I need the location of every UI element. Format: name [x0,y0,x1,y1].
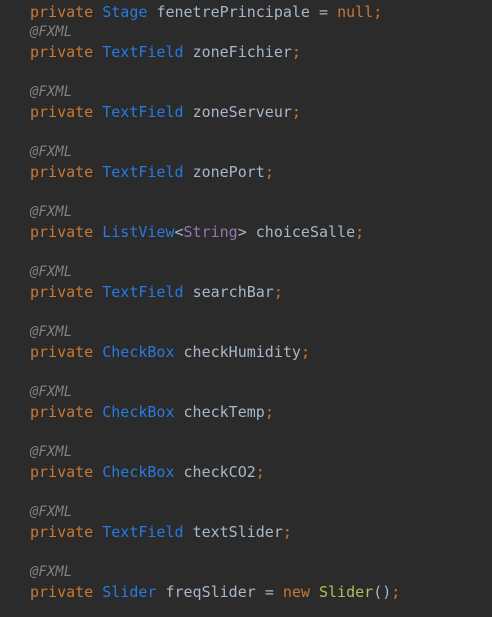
keyword-private: private [30,3,94,21]
code-line-checkhumidity-field: private CheckBox checkHumidity; [30,342,310,362]
annotation-fxml: @FXML [30,504,73,520]
semicolon: ; [355,223,365,241]
keyword-private: private [30,523,94,541]
annotation-fxml: @FXML [30,24,73,40]
type-name: TextField [102,523,184,541]
type-name: Slider [102,583,157,601]
field-name: checkTemp [183,403,265,421]
code-line-zoneserveur-field: private TextField zoneServeur; [30,102,301,122]
keyword-private: private [30,103,94,121]
code-line-zonefichier-field: private TextField zoneFichier; [30,42,301,62]
keyword-private: private [30,163,94,181]
annotation-fxml: @FXML [30,84,73,100]
field-name: textSlider [192,523,283,541]
keyword-private: private [30,43,94,61]
keyword-private: private [30,223,94,241]
semicolon: ; [291,103,301,121]
assign-operator: = [319,3,329,21]
semicolon: ; [273,283,283,301]
type-name: CheckBox [102,463,175,481]
generic-open: < [174,223,184,241]
type-name: CheckBox [102,343,175,361]
code-line-freqslider-field: private Slider freqSlider = new Slider()… [30,582,400,602]
null-literal: null [337,3,374,21]
semicolon: ; [391,583,401,601]
annotation-fxml: @FXML [30,444,73,460]
constructor-args: () [373,583,392,601]
constructor-name: Slider [319,583,374,601]
field-name: searchBar [192,283,274,301]
field-name: checkHumidity [183,343,301,361]
code-line-stage-field: private Stage fenetrePrincipale = null; [30,2,382,22]
generic-close: > [237,223,247,241]
field-name: fenetrePrincipale [156,3,310,21]
type-name: CheckBox [102,403,175,421]
code-line-searchbar-field: private TextField searchBar; [30,282,283,302]
semicolon: ; [255,463,265,481]
code-line-textslider-field: private TextField textSlider; [30,522,292,542]
semicolon: ; [264,163,274,181]
field-name: zoneFichier [192,43,292,61]
keyword-new: new [282,583,310,601]
field-name: zonePort [192,163,265,181]
code-line-checkco2-field: private CheckBox checkCO2; [30,462,265,482]
keyword-private: private [30,403,94,421]
semicolon: ; [373,3,383,21]
type-name: TextField [102,283,184,301]
code-line-zoneport-field: private TextField zonePort; [30,162,274,182]
type-name: Stage [102,3,148,21]
code-editor[interactable]: private Stage fenetrePrincipale = null; … [0,0,492,617]
type-name: TextField [102,43,184,61]
type-name: ListView [102,223,175,241]
annotation-fxml: @FXML [30,144,73,160]
annotation-fxml: @FXML [30,264,73,280]
code-line-checktemp-field: private CheckBox checkTemp; [30,402,274,422]
annotation-fxml: @FXML [30,204,73,220]
semicolon: ; [282,523,292,541]
annotation-fxml: @FXML [30,384,73,400]
keyword-private: private [30,583,94,601]
field-name: checkCO2 [183,463,256,481]
annotation-fxml: @FXML [30,564,73,580]
semicolon: ; [264,403,274,421]
type-name: TextField [102,103,184,121]
assign-operator: = [264,583,274,601]
field-name: freqSlider [165,583,256,601]
keyword-private: private [30,343,94,361]
field-name: choiceSalle [255,223,356,241]
keyword-private: private [30,283,94,301]
field-name: zoneServeur [192,103,292,121]
generic-type: String [183,223,238,241]
type-name: TextField [102,163,184,181]
code-line-choicesalle-field: private ListView<String> choiceSalle; [30,222,364,242]
semicolon: ; [300,343,310,361]
annotation-fxml: @FXML [30,324,73,340]
semicolon: ; [291,43,301,61]
keyword-private: private [30,463,94,481]
